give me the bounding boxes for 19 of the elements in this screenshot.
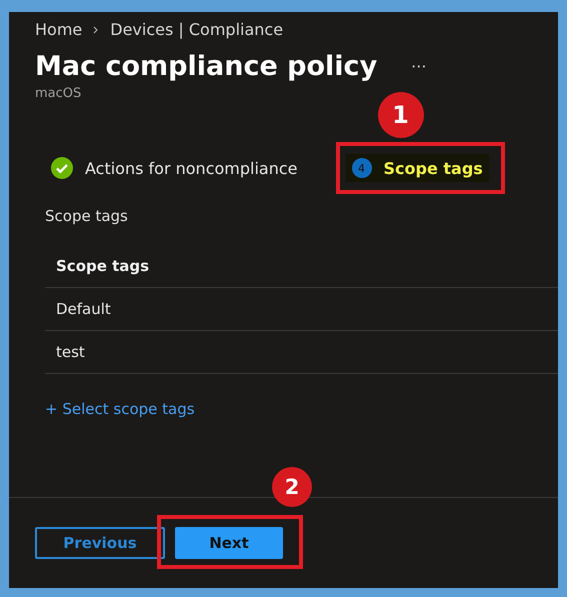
next-button[interactable]: Next [175,527,283,559]
callout-number: 1 [378,92,424,138]
select-scope-tags-link[interactable]: + Select scope tags [45,400,195,418]
check-circle-icon [51,157,73,179]
table-cell: Default [56,300,111,318]
more-button[interactable]: ··· [411,57,426,76]
page-subtitle: macOS [35,86,82,101]
wizard-step[interactable]: Actions for noncompliance [45,153,304,183]
column-header: Scope tags [56,257,150,275]
breadcrumb-link[interactable]: Devices | Compliance [110,20,284,39]
breadcrumb-link[interactable]: Home [35,20,82,39]
previous-button[interactable]: Previous [35,527,165,559]
step-number: 4 [352,158,372,178]
callout-number: 2 [272,467,312,507]
page-title: Mac compliance policy [35,51,378,82]
chevron-icon [92,26,100,34]
section-label: Scope tags [45,207,129,225]
wizard-step[interactable]: 4 Scope tags [346,154,489,182]
table-cell: test [56,343,85,361]
